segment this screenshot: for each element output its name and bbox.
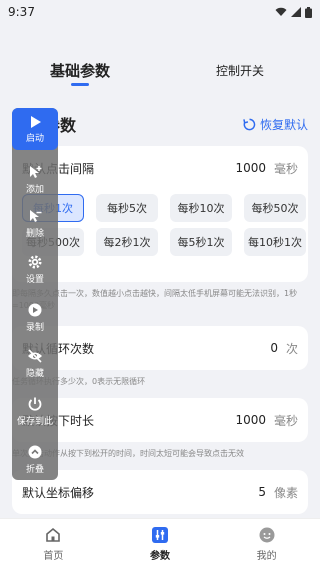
nav-params-label: 参数 (150, 550, 170, 562)
save-label: 保存到此 (16, 417, 53, 427)
add-button[interactable]: 添加 (12, 164, 58, 195)
nav-mine[interactable]: 我的 (213, 519, 320, 568)
record-button[interactable]: 录制 (12, 302, 58, 333)
refresh-icon (243, 118, 256, 130)
active-tab-indicator (71, 83, 89, 86)
battery-icon (305, 6, 312, 18)
delete-label: 删除 (25, 229, 44, 239)
sliders-icon (152, 526, 168, 543)
press-duration-value: 1000 (235, 413, 266, 427)
loop-count-unit: 次 (285, 341, 298, 356)
coord-offset-unit: 像素 (273, 485, 298, 500)
collapse-icon (28, 445, 42, 459)
smiley-icon (259, 527, 275, 542)
hide-label: 隐藏 (25, 369, 44, 379)
settings-button[interactable]: 设置 (12, 254, 58, 285)
interval-option[interactable]: 每秒10次 (170, 194, 232, 222)
loop-count-value: 0 (270, 341, 278, 355)
settings-label: 设置 (25, 275, 44, 285)
status-bar: 9:37 (0, 0, 320, 24)
nav-home[interactable]: 首页 (0, 519, 107, 568)
bottom-nav: 首页 参数 我的 (0, 518, 320, 568)
tab-label: 控制开关 (215, 64, 264, 78)
record-icon (28, 303, 42, 317)
top-tabs: 基础参数 控制开关 (0, 52, 320, 92)
eye-off-icon (28, 349, 42, 363)
tab-basic-params[interactable]: 基础参数 (0, 52, 160, 92)
loop-count-label: 默认循环次数 (22, 341, 95, 356)
nav-home-label: 首页 (43, 550, 64, 562)
wifi-icon (275, 7, 287, 16)
collapse-button[interactable]: 折叠 (12, 444, 58, 475)
interval-option[interactable]: 每秒50次 (244, 194, 306, 222)
press-duration-unit: 毫秒 (273, 413, 298, 428)
gear-icon (28, 255, 42, 269)
click-interval-unit: 毫秒 (273, 161, 298, 176)
delete-button[interactable]: 删除 (12, 208, 58, 239)
home-icon (46, 527, 61, 542)
interval-option[interactable]: 每秒5次 (96, 194, 158, 222)
interval-option[interactable]: 每5秒1次 (170, 228, 232, 256)
add-pointer-icon (30, 166, 42, 178)
coord-offset-value: 5 (258, 485, 266, 499)
floating-control-panel[interactable]: 启动 添加 删除 设置 录制 隐藏 保存到此 折叠 (12, 108, 58, 480)
delete-pointer-icon (30, 210, 42, 222)
tab-control-switch[interactable]: 控制开关 (160, 52, 320, 92)
restore-default-label: 恢复默认 (259, 117, 308, 132)
play-icon (31, 115, 41, 128)
save-button[interactable]: 保存到此 (12, 396, 58, 427)
nav-params[interactable]: 参数 (107, 519, 214, 568)
signal-icon (291, 7, 301, 17)
start-label: 启动 (25, 133, 44, 144)
tab-label: 基础参数 (49, 62, 110, 80)
interval-option[interactable]: 每2秒1次 (96, 228, 158, 256)
interval-option[interactable]: 每10秒1次 (244, 228, 306, 256)
power-icon (28, 397, 42, 411)
coord-offset-label: 默认坐标偏移 (22, 485, 95, 500)
hide-button[interactable]: 隐藏 (12, 348, 58, 379)
record-label: 录制 (25, 323, 44, 333)
nav-mine-label: 我的 (256, 550, 277, 562)
status-time: 9:37 (8, 5, 35, 19)
add-label: 添加 (25, 185, 44, 195)
start-button[interactable]: 启动 (12, 108, 58, 150)
click-interval-value: 1000 (235, 161, 266, 175)
status-icons (275, 6, 312, 18)
collapse-label: 折叠 (25, 465, 44, 475)
restore-default-button[interactable]: 恢复默认 (243, 116, 308, 133)
